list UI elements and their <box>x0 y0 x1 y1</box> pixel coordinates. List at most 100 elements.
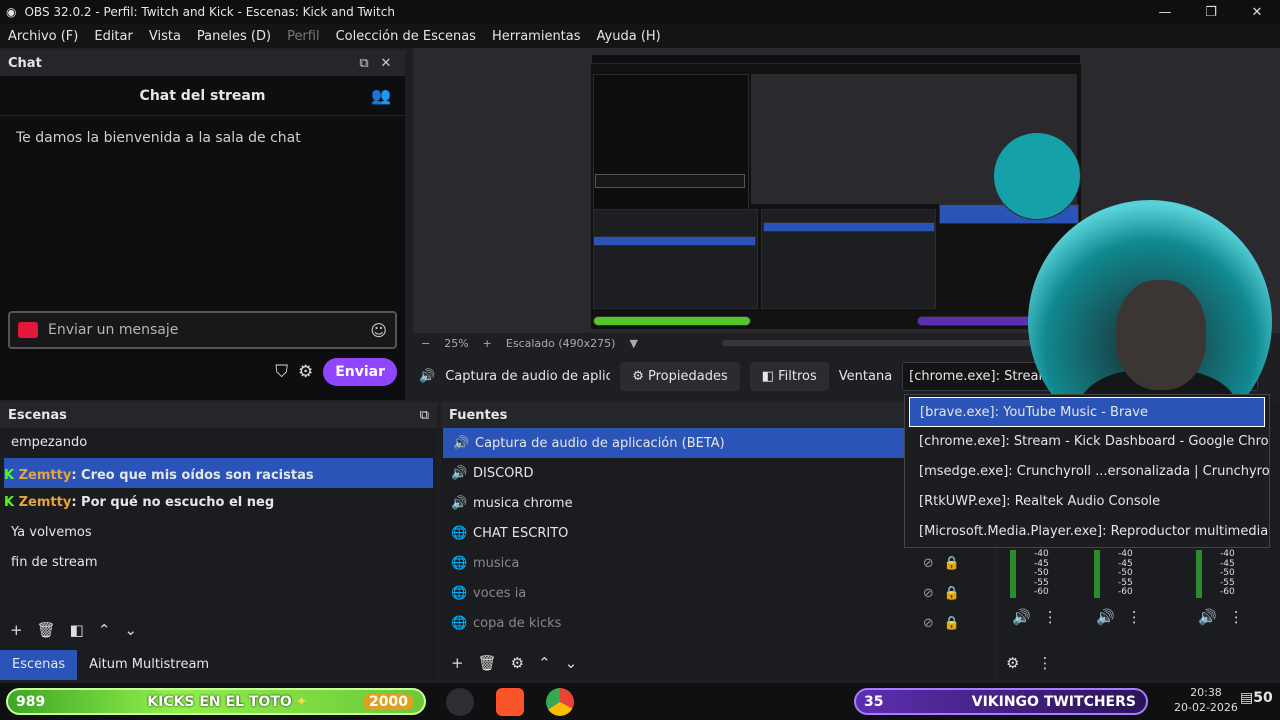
source-item[interactable]: 🌐 copa de kicks ⊘🔒 <box>441 608 994 638</box>
filters-icon[interactable]: ◧ <box>70 621 84 639</box>
float-dock-icon[interactable]: ⧉ <box>353 56 375 71</box>
add-icon[interactable]: + <box>451 654 464 672</box>
chat-header: Chat del stream 👥 <box>0 76 405 116</box>
taskbar-clock[interactable]: 20:38 20-02-2026 <box>1174 685 1238 715</box>
taskbar: 989 KICKS EN EL TOTO ✦ 2000 35 VIKINGO T… <box>0 683 1280 720</box>
add-icon[interactable]: + <box>10 621 23 639</box>
move-down-icon[interactable]: ⌄ <box>124 621 137 639</box>
menu-view[interactable]: Vista <box>141 29 189 44</box>
more-icon[interactable]: ⋮ <box>1127 608 1142 626</box>
menu-bar: Archivo (F) Editar Vista Paneles (D) Per… <box>0 24 1280 48</box>
window-option[interactable]: [chrome.exe]: Stream - Kick Dashboard - … <box>905 427 1269 457</box>
chat-dock-header: Chat ⧉ ✕ <box>0 50 405 76</box>
chat-dock: Chat ⧉ ✕ Chat del stream 👥 Te damos la b… <box>0 50 405 400</box>
chat-message-input[interactable]: Enviar un mensaje ☺ <box>8 311 397 349</box>
zoom-out-button[interactable]: − <box>421 337 430 350</box>
gear-icon[interactable]: ⚙ <box>298 362 313 382</box>
notification-icon: ▤ <box>1240 690 1254 706</box>
shield-icon[interactable]: ⛉ <box>275 362 288 382</box>
minimize-button[interactable]: — <box>1142 5 1188 20</box>
more-icon[interactable]: ⋮ <box>1043 608 1058 626</box>
gear-icon[interactable]: ⚙ <box>511 654 524 672</box>
sources-toolbar: + 🗑 ⚙ ⌃ ⌄ <box>451 654 577 672</box>
speaker-icon: 🔊 <box>453 435 470 451</box>
brave-taskbar-icon[interactable] <box>496 688 524 716</box>
kick-logo-icon: K <box>4 468 15 483</box>
scene-item[interactable]: Ya volvemos <box>0 518 437 548</box>
sparkle-icon: ✦ <box>295 693 308 710</box>
volume-icon[interactable]: 🔊 <box>1096 608 1115 626</box>
window-dropdown-list: [brave.exe]: YouTube Music - Brave [chro… <box>904 394 1270 548</box>
mixer-toolbar: ⚙ ⋮ <box>1006 654 1052 672</box>
visibility-lock-icons[interactable]: ⊘🔒 <box>923 556 970 571</box>
twitch-count: 35 <box>864 693 884 710</box>
scene-item[interactable]: empezando <box>0 428 437 458</box>
scenes-toolbar: + 🗑 ◧ ⌃ ⌄ <box>10 621 137 639</box>
filters-button[interactable]: ◧ Filtros <box>749 361 829 391</box>
emoji-icon[interactable]: ☺ <box>370 321 387 340</box>
scale-label: Escalado (490x275) <box>505 336 616 350</box>
scenes-title: Escenas <box>8 407 67 423</box>
source-item[interactable]: 🌐 voces ia ⊘🔒 <box>441 578 994 608</box>
menu-tools[interactable]: Herramientas <box>484 29 589 44</box>
visibility-lock-icons[interactable]: ⊘🔒 <box>923 616 970 631</box>
window-option[interactable]: [brave.exe]: YouTube Music - Brave <box>909 397 1265 427</box>
menu-help[interactable]: Ayuda (H) <box>589 29 669 44</box>
menu-scene-collection[interactable]: Colección de Escenas <box>328 29 484 44</box>
preview-canvas <box>591 54 1081 329</box>
tab-aitum-multistream[interactable]: Aitum Multistream <box>77 650 221 680</box>
maximize-button[interactable]: ❐ <box>1188 5 1234 20</box>
gear-icon[interactable]: ⚙ <box>1006 654 1019 672</box>
globe-icon: 🌐 <box>451 555 468 571</box>
obs-taskbar-icon[interactable] <box>446 688 474 716</box>
globe-icon: 🌐 <box>451 525 468 541</box>
db-scale: -40 -45 -50 -55 -60 <box>1034 549 1049 597</box>
send-button[interactable]: Enviar <box>323 358 397 386</box>
menu-profile[interactable]: Perfil <box>279 29 328 44</box>
source-item[interactable]: 🌐 musica ⊘🔒 <box>441 548 994 578</box>
move-up-icon[interactable]: ⌃ <box>98 621 111 639</box>
zoom-level: 25% <box>444 336 469 350</box>
scenes-tabs: Escenas Aitum Multistream <box>0 650 437 680</box>
float-dock-icon[interactable]: ⧉ <box>420 408 429 423</box>
chat-welcome-message: Te damos la bienvenida a la sala de chat <box>16 130 301 146</box>
move-up-icon[interactable]: ⌃ <box>538 654 551 672</box>
speaker-icon: 🔊 <box>451 495 468 511</box>
chat-body: Chat del stream 👥 Te damos la bienvenida… <box>0 76 405 400</box>
properties-button[interactable]: ⚙ Propiedades <box>620 361 740 391</box>
chat-input-placeholder: Enviar un mensaje <box>48 322 179 338</box>
chrome-taskbar-icon[interactable] <box>546 688 574 716</box>
window-option[interactable]: [msedge.exe]: Crunchyroll ...ersonalizad… <box>905 457 1269 487</box>
notification-count[interactable]: ▤50 <box>1240 690 1273 706</box>
more-icon[interactable]: ⋮ <box>1037 654 1052 672</box>
chat-username: Zemtty <box>18 495 72 510</box>
menu-edit[interactable]: Editar <box>86 29 141 44</box>
zoom-in-button[interactable]: + <box>483 337 492 350</box>
kick-count: 989 <box>16 693 46 710</box>
window-option[interactable]: [RtkUWP.exe]: Realtek Audio Console <box>905 487 1269 517</box>
menu-docks[interactable]: Paneles (D) <box>189 29 279 44</box>
window-option[interactable]: [Microsoft.Media.Player.exe]: Reproducto… <box>905 517 1269 547</box>
volume-meter <box>1094 550 1100 598</box>
tab-scenes[interactable]: Escenas <box>0 650 78 680</box>
move-down-icon[interactable]: ⌄ <box>565 654 578 672</box>
menu-file[interactable]: Archivo (F) <box>0 29 86 44</box>
volume-icon[interactable]: 🔊 <box>1198 608 1217 626</box>
close-dock-icon[interactable]: ✕ <box>375 56 397 71</box>
close-button[interactable]: ✕ <box>1234 5 1280 20</box>
scale-dropdown-icon[interactable]: ▼ <box>629 337 637 350</box>
volume-meter <box>1196 550 1202 598</box>
mixer-controls: 🔊 ⋮ <box>1012 608 1058 626</box>
trash-icon[interactable]: 🗑 <box>478 654 497 672</box>
volume-icon[interactable]: 🔊 <box>1012 608 1031 626</box>
visibility-lock-icons[interactable]: ⊘🔒 <box>923 586 970 601</box>
chat-actions: ⛉ ⚙ Enviar <box>275 358 397 386</box>
users-icon[interactable]: 👥 <box>371 86 391 105</box>
speaker-icon: 🔊 <box>451 465 468 481</box>
trash-icon[interactable]: 🗑 <box>37 621 56 639</box>
chat-dock-title: Chat <box>8 55 42 71</box>
scene-item[interactable]: fin de stream <box>0 548 437 578</box>
chat-overlay-line: K Zemtty: Por qué no escucho el neg <box>4 495 274 510</box>
kick-logo-icon: K <box>4 495 15 510</box>
more-icon[interactable]: ⋮ <box>1229 608 1244 626</box>
